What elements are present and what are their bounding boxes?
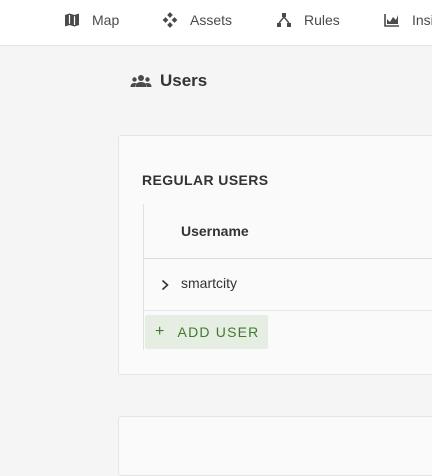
chevron-right-icon[interactable] [160,278,170,291]
plus-icon: + [155,323,166,340]
nav-item-assets[interactable]: Assets [162,0,232,40]
secondary-panel [118,416,432,476]
nav-item-label: Insi [412,12,432,28]
nav-item-label: Map [92,12,120,28]
nav-item-rules[interactable]: Rules [276,0,340,40]
nav-item-insights[interactable]: Insi [384,0,432,40]
add-user-label: ADD USER [177,324,260,340]
users-icon [130,73,152,89]
rules-icon [276,12,292,28]
nav-item-label: Rules [304,12,340,28]
username-cell: smartcity [181,275,237,291]
insights-icon [384,12,400,28]
top-navigation: Map Assets Rules Insi [0,0,432,46]
table-row[interactable]: smartcity [144,260,432,310]
map-icon [64,12,80,28]
nav-item-map[interactable]: Map [64,0,119,40]
page-title: Users [160,71,208,90]
regular-users-panel: REGULAR USERS Username smartcity + ADD U… [118,135,432,375]
nav-item-label: Assets [190,12,233,28]
assets-icon [162,12,178,28]
table-header: Username [144,204,432,259]
section-title: REGULAR USERS [142,172,269,188]
users-table: Username smartcity + ADD USER [143,204,432,350]
column-header-username[interactable]: Username [181,223,249,239]
table-footer: + ADD USER [144,310,432,350]
add-user-button[interactable]: + ADD USER [145,315,268,349]
page-header: Users [130,68,207,94]
